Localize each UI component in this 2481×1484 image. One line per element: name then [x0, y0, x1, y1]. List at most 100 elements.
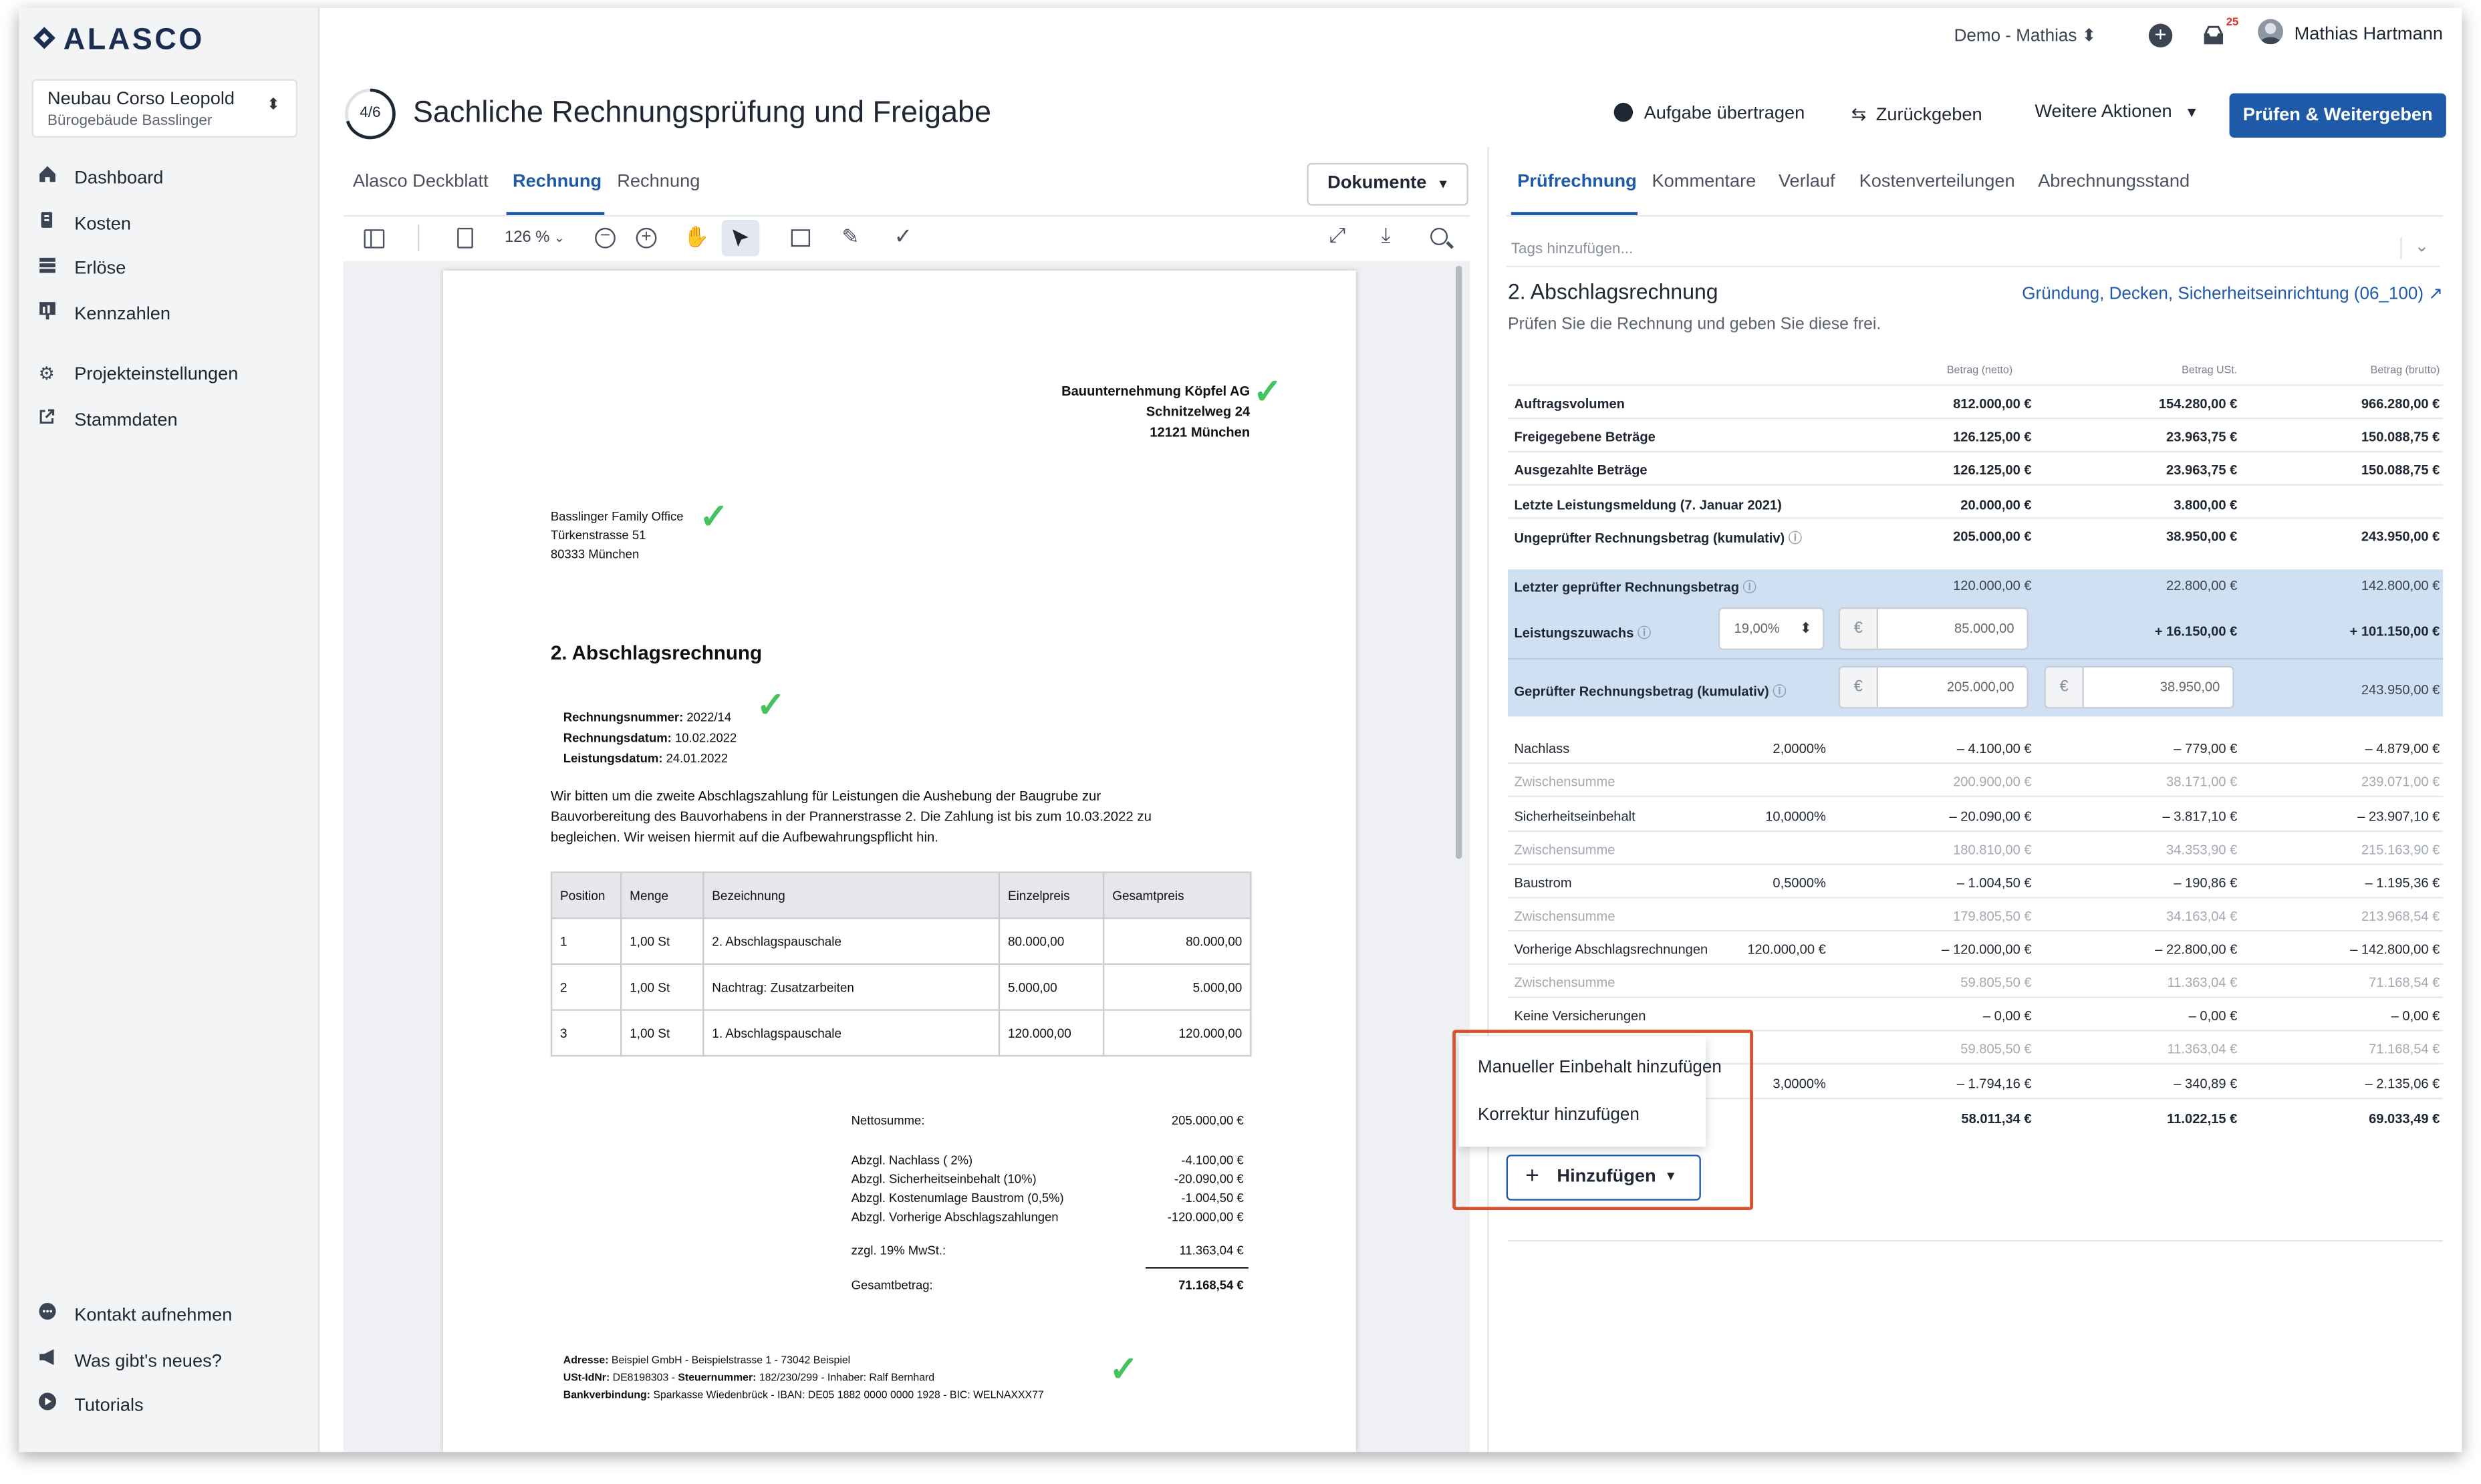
footer-key: Steuernummer: — [678, 1372, 757, 1384]
row-label[interactable]: Keine Versicherungen — [1515, 1008, 1646, 1024]
caret-down-icon: ▼ — [2184, 104, 2199, 120]
table-cell: 3 — [550, 1009, 622, 1057]
sort-arrows-icon: ⬍ — [1799, 619, 1812, 636]
search-icon[interactable] — [1430, 227, 1454, 249]
sidebar-item-kosten[interactable]: Kosten — [35, 208, 131, 240]
user-name[interactable]: Mathias Hartmann — [2295, 25, 2443, 44]
avatar[interactable] — [2258, 19, 2284, 45]
tab-kommentare[interactable]: Kommentare — [1652, 172, 1756, 191]
row-divider — [1508, 863, 2444, 865]
transfer-task-button[interactable]: Aufgabe übertragen — [1613, 102, 1805, 124]
table-cell: 1,00 St — [620, 1009, 704, 1057]
sidebar-item-label: Kosten — [74, 214, 132, 235]
row-gross: 150.088,75 € — [2361, 428, 2440, 445]
table-row: 3 1,00 St 1. Abschlagspauschale 120.000,00 1… — [550, 1009, 1252, 1057]
viewer-scrollbar[interactable] — [1455, 265, 1462, 859]
sidebar-item-stammdaten[interactable]: Stammdaten — [35, 405, 178, 436]
row-divider — [1508, 484, 2444, 486]
check-icon: ✓ — [699, 496, 729, 537]
sidebar-toggle-icon[interactable] — [364, 229, 385, 249]
chevron-down-icon[interactable]: ⌄ — [2414, 236, 2429, 256]
sidebar-item-projekteinstellungen[interactable]: ⚙ Projekteinstellungen — [35, 359, 239, 390]
fullscreen-icon[interactable]: ⤢ — [1329, 223, 1346, 249]
zoom-in-icon[interactable]: + — [636, 227, 657, 249]
documents-dropdown[interactable]: Dokumente ▼ — [1307, 162, 1468, 206]
sidebar-item-kontakt[interactable]: Kontakt aufnehmen — [35, 1300, 232, 1332]
info-icon[interactable]: ⓘ — [1789, 530, 1802, 546]
add-circle-icon[interactable]: + — [2148, 23, 2173, 48]
subtotal-vat: 11.363,04 € — [2167, 974, 2238, 990]
row-label: Ausgezahlte Beträge — [1514, 462, 1648, 478]
page-icon[interactable] — [457, 227, 473, 249]
subtotal-gross: 213.968,54 € — [2361, 907, 2440, 924]
row-vat: 38.950,00 € — [2166, 528, 2238, 545]
subtotal-gross: 239.071,00 € — [2361, 773, 2440, 790]
cost-group-label: Gründung, Decken, Sicherheitseinrichtung… — [2022, 285, 2424, 304]
select-tool-button[interactable] — [721, 220, 760, 257]
home-icon — [35, 163, 59, 194]
project-selector[interactable]: Neubau Corso Leopold Bürogebäude Basslin… — [31, 79, 298, 138]
sidebar-item-news[interactable]: Was gibt's neues? — [35, 1346, 222, 1378]
viewer-toolbar: 126 % ⌄ − + ✋ ✎ ✓ ⤢ ⤓ — [344, 216, 1470, 261]
row-net: 126.125,00 € — [1953, 462, 2032, 478]
row-label[interactable]: Baustrom — [1515, 875, 1572, 891]
info-icon[interactable]: ⓘ — [1743, 579, 1756, 595]
row-vat: – 340,89 € — [2174, 1075, 2238, 1092]
tab-alasco-deckblatt[interactable]: Alasco Deckblatt — [353, 172, 489, 191]
sidebar-item-kennzahlen[interactable]: Kennzahlen — [35, 299, 170, 330]
sidebar-item-tutorials[interactable]: Tutorials — [35, 1390, 144, 1422]
zoom-value: 126 % — [505, 229, 550, 247]
recipient-line: Basslinger Family Office — [550, 509, 684, 524]
row-net: – 20.090,00 € — [1949, 808, 2032, 825]
subtotal-label: Zwischensumme — [1514, 974, 1615, 990]
zoom-out-icon[interactable]: − — [595, 227, 616, 249]
cumulative-net-input[interactable]: €205.000,00 — [1838, 665, 2029, 709]
pen-tool-icon[interactable]: ✎ — [841, 225, 859, 250]
rectangle-tool-icon[interactable] — [791, 229, 811, 247]
tags-input[interactable]: Tags hinzufügen... ⌄ — [1506, 233, 2440, 268]
check-icon: ✓ — [1253, 372, 1283, 412]
row-vat: 3.800,00 € — [2174, 496, 2238, 513]
checkmark-tool-icon[interactable]: ✓ — [894, 223, 913, 250]
hand-tool-icon[interactable]: ✋ — [684, 225, 709, 250]
tab-pruefrechnung[interactable]: Prüfrechnung — [1517, 172, 1636, 191]
page-title: Sachliche Rechnungsprüfung und Freigabe — [412, 96, 992, 130]
inbox-icon[interactable] — [2202, 25, 2228, 46]
tab-verlauf[interactable]: Verlauf — [1779, 172, 1835, 191]
row-label[interactable]: Nachlass — [1515, 740, 1570, 756]
tab-abrechnungsstand[interactable]: Abrechnungsstand — [2038, 172, 2190, 191]
section-divider — [1508, 1239, 2444, 1242]
row-net: 205.000,00 € — [1953, 528, 2032, 545]
subtotal-net: 200.900,00 € — [1953, 773, 2032, 790]
table-cell: 120.000,00 — [998, 1009, 1105, 1057]
sidebar-item-dashboard[interactable]: Dashboard — [35, 163, 163, 194]
row-divider — [1508, 929, 2444, 932]
net-amount-input[interactable]: €85.000,00 — [1838, 607, 2029, 650]
cost-group-link[interactable]: Gründung, Decken, Sicherheitseinrichtung… — [2022, 283, 2443, 304]
zoom-select[interactable]: 126 % ⌄ — [505, 229, 565, 247]
deduction-values: -4.100,00 € -20.090,00 € -1.004,50 € -12… — [1168, 1151, 1244, 1227]
account-switcher[interactable]: Demo - Mathias ⬍ — [1954, 25, 2097, 45]
column-header: Bezeichnung — [702, 871, 1001, 919]
row-gross: + 101.150,00 € — [2349, 623, 2440, 639]
more-actions-dropdown[interactable]: Weitere Aktionen ▼ — [2035, 103, 2198, 122]
page-footer: Adresse: Beispiel GmbH - Beispielstrasse… — [563, 1352, 1044, 1404]
approve-forward-button[interactable]: Prüfen & Weitergeben — [2229, 93, 2446, 138]
row-label[interactable]: Vorherige Abschlagsrechnungen — [1515, 941, 1708, 957]
tags-separator — [2400, 237, 2402, 260]
info-icon[interactable]: ⓘ — [1773, 684, 1786, 700]
download-icon[interactable]: ⤓ — [1382, 223, 1391, 249]
row-vat: – 3.817,10 € — [2162, 808, 2238, 825]
return-button[interactable]: ⇆ Zurückgeben — [1851, 103, 1982, 125]
app-logo[interactable]: ALASCO — [31, 24, 205, 59]
tab-rechnung-1[interactable]: Rechnung — [513, 172, 602, 191]
table-cell: Nachtrag: Zusatzarbeiten — [702, 963, 1001, 1011]
percentage-select[interactable]: 19,00% ⬍ — [1718, 607, 1825, 650]
sidebar-item-erloese[interactable]: Erlöse — [35, 253, 126, 285]
cumulative-vat-input[interactable]: €38.950,00 — [2044, 665, 2234, 709]
row-rate: 120.000,00 € — [1747, 941, 1826, 957]
tab-rechnung-2[interactable]: Rechnung — [617, 172, 700, 191]
tab-kostenverteilungen[interactable]: Kostenverteilungen — [1859, 172, 2015, 191]
info-icon[interactable]: ⓘ — [1638, 625, 1651, 641]
row-label[interactable]: Sicherheitseinbehalt — [1515, 808, 1636, 825]
